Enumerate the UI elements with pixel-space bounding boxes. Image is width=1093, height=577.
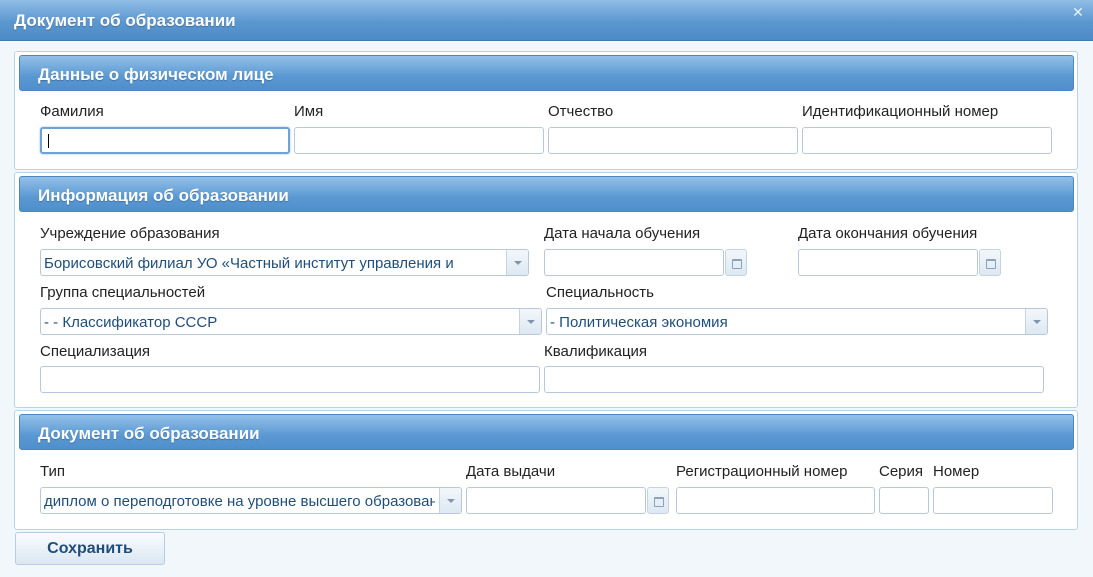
document-section-title: Документ об образовании bbox=[38, 424, 260, 443]
close-icon[interactable]: ✕ bbox=[1072, 5, 1084, 19]
end-date-input[interactable] bbox=[798, 249, 978, 276]
reg-number-label: Регистрационный номер bbox=[676, 463, 848, 480]
education-document-dialog: Документ об образовании ✕ Данные о физич… bbox=[0, 0, 1093, 577]
institution-label: Учреждение образования bbox=[40, 225, 220, 242]
person-section-title: Данные о физическом лице bbox=[38, 65, 274, 84]
specialization-label: Специализация bbox=[40, 343, 151, 360]
education-section: Информация об образовании Учреждение обр… bbox=[14, 172, 1078, 408]
issue-date-label: Дата выдачи bbox=[466, 463, 556, 480]
specialty-label: Специальность bbox=[546, 284, 654, 301]
person-section: Данные о физическом лице Фамилия Имя Отч… bbox=[14, 51, 1078, 170]
qualification-label: Квалификация bbox=[544, 343, 648, 360]
specialization-input[interactable] bbox=[40, 366, 540, 393]
document-section: Документ об образовании Тип Дата выдачи … bbox=[14, 410, 1078, 530]
doc-type-select[interactable]: диплом о переподготовке на уровне высшег… bbox=[40, 487, 462, 514]
name-input[interactable] bbox=[294, 127, 544, 154]
doc-type-label: Тип bbox=[40, 463, 66, 480]
education-section-header: Информация об образовании bbox=[19, 176, 1074, 212]
education-section-title: Информация об образовании bbox=[38, 186, 289, 205]
doc-type-value: диплом о переподготовке на уровне высшег… bbox=[44, 493, 435, 510]
patronymic-label: Отчество bbox=[548, 103, 614, 120]
reg-number-input[interactable] bbox=[676, 487, 875, 514]
id-number-input[interactable] bbox=[802, 127, 1052, 154]
chevron-down-icon[interactable] bbox=[439, 488, 461, 513]
number-input[interactable] bbox=[933, 487, 1053, 514]
chevron-down-icon[interactable] bbox=[519, 309, 541, 334]
person-section-header: Данные о физическом лице bbox=[19, 55, 1074, 91]
chevron-down-icon[interactable] bbox=[506, 250, 528, 275]
dialog-titlebar[interactable]: Документ об образовании ✕ bbox=[0, 0, 1093, 41]
specialty-group-label: Группа специальностей bbox=[40, 284, 206, 301]
surname-input[interactable] bbox=[40, 127, 290, 154]
document-section-header: Документ об образовании bbox=[19, 414, 1074, 450]
start-date-input[interactable] bbox=[544, 249, 724, 276]
end-date-label: Дата окончания обучения bbox=[798, 225, 978, 242]
specialty-value: - Политическая экономия bbox=[550, 314, 728, 331]
calendar-icon[interactable] bbox=[647, 487, 669, 514]
qualification-input[interactable] bbox=[544, 366, 1044, 393]
calendar-icon[interactable] bbox=[725, 249, 747, 276]
issue-date-input[interactable] bbox=[466, 487, 646, 514]
specialty-group-select[interactable]: - - Классификатор СССР bbox=[40, 308, 542, 335]
start-date-label: Дата начала обучения bbox=[544, 225, 701, 242]
name-label: Имя bbox=[294, 103, 324, 120]
surname-label: Фамилия bbox=[40, 103, 104, 120]
specialty-group-value: - - Классификатор СССР bbox=[44, 314, 218, 331]
series-label: Серия bbox=[879, 463, 924, 480]
series-input[interactable] bbox=[879, 487, 929, 514]
institution-select[interactable]: Борисовский филиал УО «Частный институт … bbox=[40, 249, 529, 276]
number-label: Номер bbox=[933, 463, 980, 480]
institution-value: Борисовский филиал УО «Частный институт … bbox=[44, 255, 454, 272]
save-button[interactable]: Сохранить bbox=[15, 532, 165, 565]
specialty-select[interactable]: - Политическая экономия bbox=[546, 308, 1048, 335]
chevron-down-icon[interactable] bbox=[1025, 309, 1047, 334]
id-number-label: Идентификационный номер bbox=[802, 103, 999, 120]
dialog-title: Документ об образовании bbox=[14, 11, 236, 30]
calendar-icon[interactable] bbox=[979, 249, 1001, 276]
patronymic-input[interactable] bbox=[548, 127, 798, 154]
